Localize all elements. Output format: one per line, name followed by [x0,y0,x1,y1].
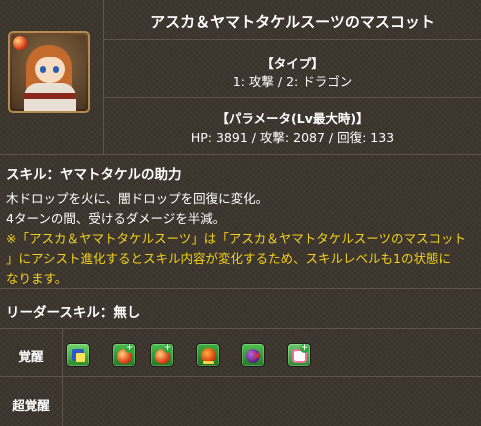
awakening-label-cell: 覚醒 [0,329,63,377]
enhanced-heal-orb-icon[interactable]: + [287,343,311,367]
param-heading: 【パラメータ(Lv最大時)】 [216,111,369,126]
leader-skill-cell: リーダースキル：無し [0,289,481,329]
skill-description-line: 木ドロップを火に、闇ドロップを回復に変化。 [6,191,269,206]
poison-resist-icon[interactable]: ✕ [241,343,265,367]
skill-note-line: ※「アスカ＆ヤマトタケルスーツ」は「アスカ＆ヤマトタケルスーツのマスコット [6,231,466,246]
enhanced-fire-orb-icon[interactable]: + [150,343,174,367]
awakening-icons-cell: + + ✕ + [63,329,481,377]
param-cell: 【パラメータ(Lv最大時)】 HP: 3891 / 攻撃: 2087 / 回復:… [104,98,481,155]
skill-boost-awakening-icon[interactable] [66,343,90,367]
param-values: HP: 3891 / 攻撃: 2087 / 回復: 133 [190,130,395,145]
skill-description-line: 4ターンの間、受けるダメージを半減。 [6,211,226,226]
super-awakening-icons-cell [63,377,481,426]
skill-note-line: なります。 [6,271,68,286]
fire-attribute-icon [13,36,27,50]
portrait-cell [0,0,104,155]
skill-cell: スキル：ヤマトタケルの助力 木ドロップを火に、闇ドロップを回復に変化。 4ターン… [0,155,481,289]
enhanced-fire-orb-icon[interactable]: + [112,343,136,367]
monster-info-table: アスカ＆ヤマトタケルスーツのマスコット 【タイプ】 1: 攻撃 / 2: ドラゴ… [0,0,481,426]
awakening-label: 覚醒 [18,349,44,364]
monster-portrait[interactable] [8,31,90,113]
super-awakening-label-cell: 超覚醒 [0,377,63,426]
skill-title: スキル：ヤマトタケルの助力 [6,167,182,183]
monster-name: アスカ＆ヤマトタケルスーツのマスコット [150,13,435,31]
skill-note-line: 」にアシスト進化するとスキル内容が変化するため、スキルレベルも1の状態に [6,251,451,266]
type-cell: 【タイプ】 1: 攻撃 / 2: ドラゴン [104,40,481,98]
type-values: 1: 攻撃 / 2: ドラゴン [232,74,353,89]
enhanced-fire-row-icon[interactable] [196,343,220,367]
super-awakening-label: 超覚醒 [12,398,50,413]
leader-skill-label: リーダースキル：無し [6,305,141,321]
title-cell: アスカ＆ヤマトタケルスーツのマスコット [104,0,481,40]
type-heading: 【タイプ】 [261,56,324,71]
